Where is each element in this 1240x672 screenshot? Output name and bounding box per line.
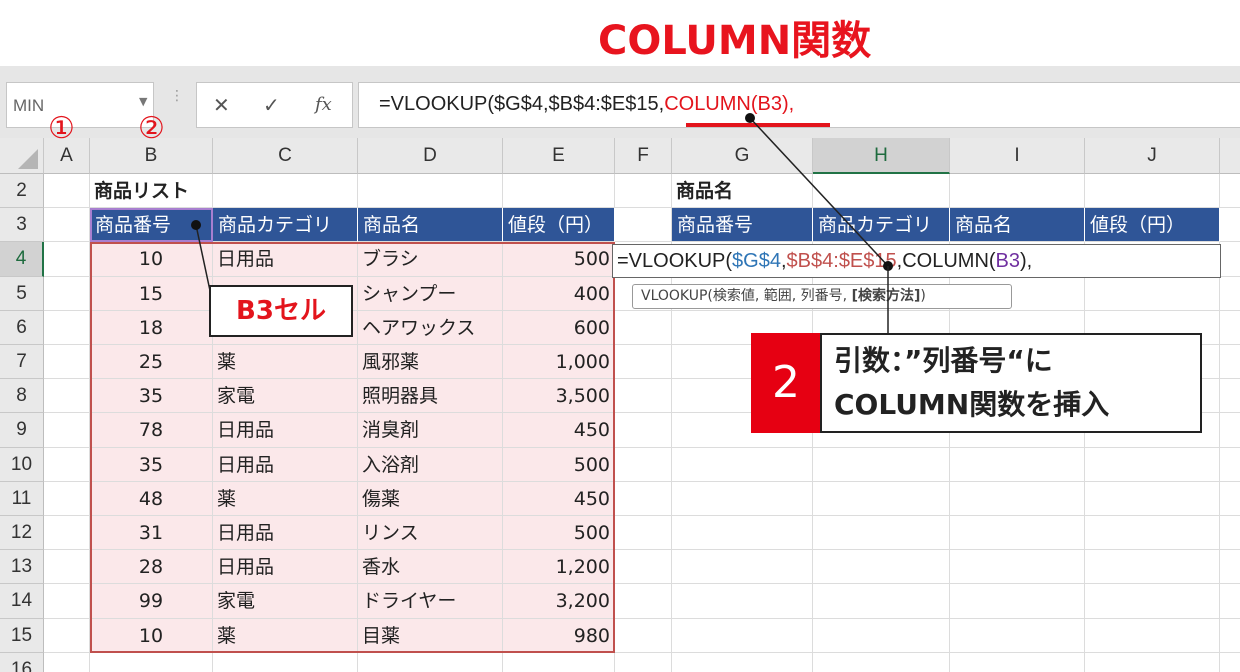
callout-box: 引数：”列番号“に COLUMN関数を挿入 (820, 333, 1202, 433)
callout-line1: 引数：”列番号“に (834, 344, 1053, 377)
callout-line2: COLUMN関数を挿入 (834, 388, 1110, 421)
b3-cell-label: B3セル (209, 285, 353, 337)
callout-number: 2 (751, 333, 821, 433)
